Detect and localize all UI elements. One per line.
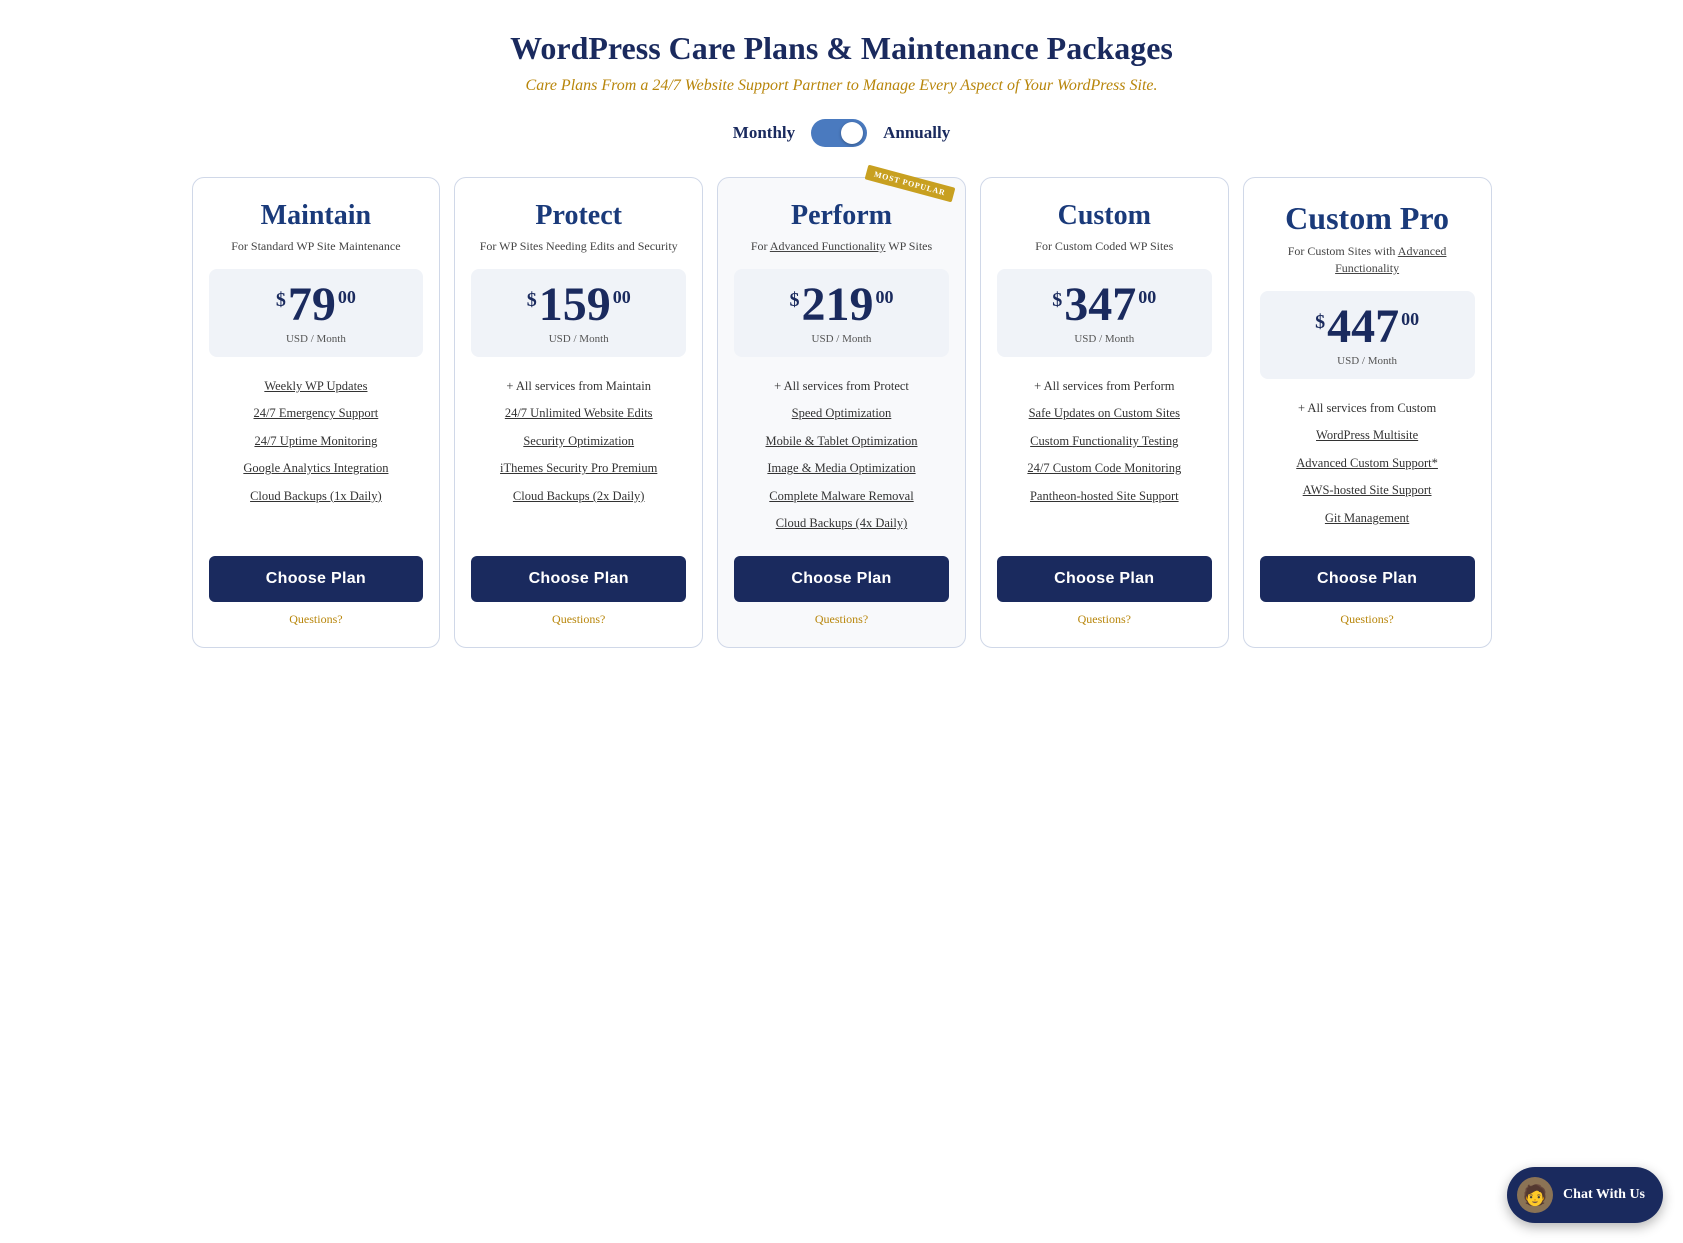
- price-main: 447: [1327, 303, 1399, 351]
- price-main: 159: [539, 281, 611, 329]
- features-list: + All services from PerformSafe Updates …: [997, 373, 1212, 538]
- plans-grid: Maintain For Standard WP Site Maintenanc…: [192, 177, 1492, 648]
- feature-item: 24/7 Emergency Support: [209, 400, 424, 428]
- feature-item: 24/7 Uptime Monitoring: [209, 428, 424, 456]
- feature-item: Advanced Custom Support*: [1260, 450, 1475, 478]
- plan-description: For Advanced Functionality WP Sites: [751, 238, 932, 255]
- most-popular-badge: MOST POPULAR: [865, 165, 956, 203]
- price-dollar: $: [1052, 289, 1062, 312]
- features-list: + All services from ProtectSpeed Optimiz…: [734, 373, 949, 538]
- feature-item: + All services from Maintain: [471, 373, 686, 401]
- choose-plan-button[interactable]: Choose Plan: [471, 556, 686, 602]
- price-dollar: $: [527, 289, 537, 312]
- features-list: + All services from CustomWordPress Mult…: [1260, 395, 1475, 538]
- annually-label: Annually: [883, 123, 950, 143]
- plan-name: Protect: [535, 200, 622, 232]
- price-block: $ 347 00 USD / Month: [997, 269, 1212, 357]
- price-amount: $ 447 00: [1278, 303, 1457, 351]
- feature-item: 24/7 Custom Code Monitoring: [997, 455, 1212, 483]
- price-block: $ 447 00 USD / Month: [1260, 291, 1475, 379]
- plan-description: For Custom Sites with Advanced Functiona…: [1260, 243, 1475, 277]
- feature-item: Complete Malware Removal: [734, 483, 949, 511]
- price-cents: 00: [338, 287, 356, 308]
- price-period: USD / Month: [1015, 333, 1194, 345]
- feature-item: Google Analytics Integration: [209, 455, 424, 483]
- feature-item: Custom Functionality Testing: [997, 428, 1212, 456]
- price-block: $ 79 00 USD / Month: [209, 269, 424, 357]
- feature-item: iThemes Security Pro Premium: [471, 455, 686, 483]
- choose-plan-button[interactable]: Choose Plan: [997, 556, 1212, 602]
- choose-plan-button[interactable]: Choose Plan: [209, 556, 424, 602]
- page-header: WordPress Care Plans & Maintenance Packa…: [20, 30, 1663, 147]
- price-cents: 00: [613, 287, 631, 308]
- billing-toggle-switch[interactable]: [811, 119, 867, 147]
- page-subtitle: Care Plans From a 24/7 Website Support P…: [20, 77, 1663, 95]
- price-dollar: $: [276, 289, 286, 312]
- price-main: 347: [1064, 281, 1136, 329]
- price-cents: 00: [1401, 309, 1419, 330]
- feature-item: Speed Optimization: [734, 400, 949, 428]
- page-title: WordPress Care Plans & Maintenance Packa…: [20, 30, 1663, 67]
- price-main: 219: [801, 281, 873, 329]
- feature-item: WordPress Multisite: [1260, 422, 1475, 450]
- monthly-label: Monthly: [733, 123, 795, 143]
- price-cents: 00: [875, 287, 893, 308]
- features-list: Weekly WP Updates24/7 Emergency Support2…: [209, 373, 424, 538]
- feature-item: + All services from Protect: [734, 373, 949, 401]
- price-amount: $ 159 00: [489, 281, 668, 329]
- choose-plan-button[interactable]: Choose Plan: [734, 556, 949, 602]
- price-period: USD / Month: [489, 333, 668, 345]
- toggle-knob: [841, 122, 863, 144]
- price-amount: $ 347 00: [1015, 281, 1194, 329]
- price-main: 79: [288, 281, 336, 329]
- feature-item: Cloud Backups (2x Daily): [471, 483, 686, 511]
- price-amount: $ 219 00: [752, 281, 931, 329]
- feature-item: + All services from Custom: [1260, 395, 1475, 423]
- feature-item: Pantheon-hosted Site Support: [997, 483, 1212, 511]
- plan-description: For Standard WP Site Maintenance: [231, 238, 400, 255]
- feature-item: Security Optimization: [471, 428, 686, 456]
- price-period: USD / Month: [227, 333, 406, 345]
- questions-link[interactable]: Questions?: [289, 612, 342, 627]
- plan-name: Perform: [791, 200, 892, 232]
- plan-card-custom: Custom For Custom Coded WP Sites $ 347 0…: [980, 177, 1229, 648]
- plan-card-perform: MOST POPULAR Perform For Advanced Functi…: [717, 177, 966, 648]
- feature-item: Cloud Backups (1x Daily): [209, 483, 424, 511]
- price-amount: $ 79 00: [227, 281, 406, 329]
- plan-card-custom-pro: Custom Pro For Custom Sites with Advance…: [1243, 177, 1492, 648]
- questions-link[interactable]: Questions?: [552, 612, 605, 627]
- questions-link[interactable]: Questions?: [1078, 612, 1131, 627]
- feature-item: Mobile & Tablet Optimization: [734, 428, 949, 456]
- chat-label: Chat With Us: [1563, 1187, 1645, 1203]
- billing-toggle: Monthly Annually: [20, 119, 1663, 147]
- price-period: USD / Month: [752, 333, 931, 345]
- plan-description: For Custom Coded WP Sites: [1035, 238, 1173, 255]
- feature-item: + All services from Perform: [997, 373, 1212, 401]
- feature-item: Cloud Backups (4x Daily): [734, 510, 949, 538]
- chat-widget[interactable]: 🧑 Chat With Us: [1507, 1167, 1663, 1223]
- plan-card-maintain: Maintain For Standard WP Site Maintenanc…: [192, 177, 441, 648]
- price-dollar: $: [789, 289, 799, 312]
- features-list: + All services from Maintain24/7 Unlimit…: [471, 373, 686, 538]
- chat-avatar: 🧑: [1517, 1177, 1553, 1213]
- questions-link[interactable]: Questions?: [1340, 612, 1393, 627]
- feature-item: Weekly WP Updates: [209, 373, 424, 401]
- choose-plan-button[interactable]: Choose Plan: [1260, 556, 1475, 602]
- feature-item: Safe Updates on Custom Sites: [997, 400, 1212, 428]
- plan-name: Custom Pro: [1285, 200, 1449, 237]
- price-period: USD / Month: [1278, 355, 1457, 367]
- price-block: $ 159 00 USD / Month: [471, 269, 686, 357]
- price-dollar: $: [1315, 311, 1325, 334]
- feature-item: Git Management: [1260, 505, 1475, 533]
- plan-card-protect: Protect For WP Sites Needing Edits and S…: [454, 177, 703, 648]
- feature-item: 24/7 Unlimited Website Edits: [471, 400, 686, 428]
- price-block: $ 219 00 USD / Month: [734, 269, 949, 357]
- feature-item: Image & Media Optimization: [734, 455, 949, 483]
- plan-name: Maintain: [261, 200, 371, 232]
- price-cents: 00: [1138, 287, 1156, 308]
- feature-item: AWS-hosted Site Support: [1260, 477, 1475, 505]
- plan-description: For WP Sites Needing Edits and Security: [480, 238, 678, 255]
- questions-link[interactable]: Questions?: [815, 612, 868, 627]
- plan-name: Custom: [1058, 200, 1151, 232]
